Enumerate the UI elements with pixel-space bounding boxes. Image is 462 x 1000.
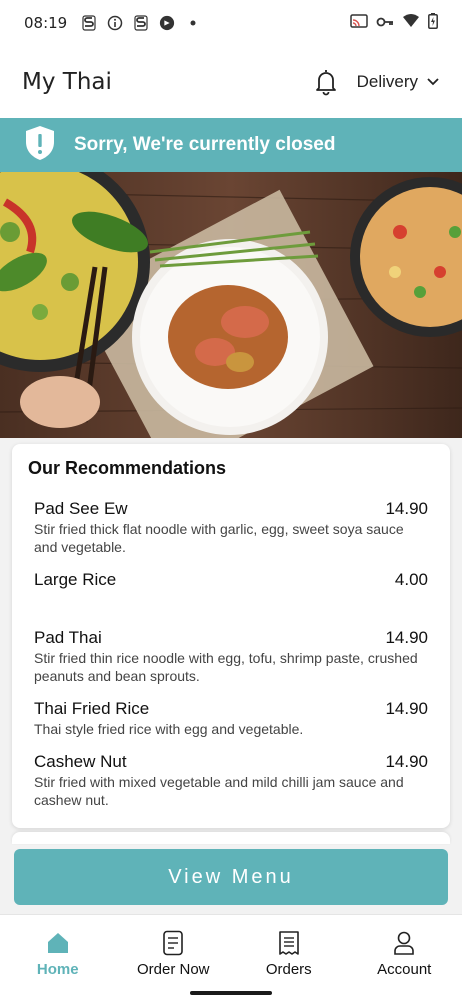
menu-item[interactable]: Pad See Ew 14.90 Stir fried thick flat n… — [28, 499, 434, 556]
vpn-key-icon — [376, 15, 394, 32]
menu-item-price: 14.90 — [385, 628, 428, 647]
menu-item-name: Pad Thai — [34, 628, 102, 647]
menu-item[interactable]: Thai Fried Rice 14.90 Thai style fried r… — [28, 699, 434, 738]
dot-icon — [185, 15, 201, 31]
app-screen: 08:19 My Thai Delivery Sorry, We're curr… — [0, 0, 462, 1000]
menu-item[interactable]: Cashew Nut 14.90 Stir fried with mixed v… — [28, 752, 434, 809]
menu-item-row: Pad See Ew 14.90 — [34, 499, 428, 519]
view-menu-button[interactable]: View Menu — [14, 849, 448, 905]
status-time: 08:19 — [24, 14, 68, 32]
menu-item-description: Stir fried with mixed vegetable and mild… — [34, 774, 404, 808]
menu-item-description: Stir fried thick flat noodle with garlic… — [34, 521, 404, 555]
menu-item-row: Cashew Nut 14.90 — [34, 752, 428, 772]
home-icon — [45, 929, 71, 957]
closed-banner: Sorry, We're currently closed — [0, 118, 462, 172]
wifi-icon — [402, 14, 420, 32]
receipt-icon — [276, 929, 302, 957]
nav-item-account[interactable]: Account — [347, 915, 462, 1000]
menu-item[interactable]: Pad Thai 14.90 Stir fried thin rice nood… — [28, 628, 434, 685]
delivery-selector[interactable]: Delivery — [357, 72, 440, 92]
menu-item-name: Cashew Nut — [34, 752, 127, 771]
recommendations-card: Our Recommendations Pad See Ew 14.90 Sti… — [12, 444, 450, 828]
info-icon — [107, 15, 123, 31]
menu-item[interactable]: Large Rice 4.00 — [28, 570, 434, 590]
menu-item-price: 14.90 — [385, 752, 428, 771]
nav-label-account: Account — [377, 961, 432, 978]
menu-item-name: Pad See Ew — [34, 499, 128, 518]
hero-food-image — [0, 172, 462, 438]
recommendations-title: Our Recommendations — [28, 458, 227, 478]
signal-s-icon — [133, 15, 149, 31]
menu-item-name: Thai Fried Rice — [34, 699, 150, 718]
header-actions: Delivery — [313, 67, 440, 97]
menu-item-row: Large Rice 4.00 — [34, 570, 428, 590]
nav-item-order-now[interactable]: Order Now — [116, 915, 232, 1000]
menu-item-name: Large Rice — [34, 570, 117, 589]
cast-icon — [350, 14, 368, 32]
shield-alert-icon — [24, 125, 56, 166]
delivery-label: Delivery — [356, 72, 418, 91]
menu-item-description: Stir fried thin rice noodle with egg, to… — [34, 650, 418, 684]
next-card-edge — [12, 832, 450, 844]
battery-icon — [428, 13, 438, 33]
menu-item-price: 14.90 — [385, 699, 428, 718]
menu-item-description: Thai style fried rice with egg and veget… — [34, 721, 304, 737]
closed-message: Sorry, We're currently closed — [74, 134, 336, 155]
order-icon — [160, 929, 186, 957]
nav-label-order-now: Order Now — [136, 961, 210, 978]
nav-label-orders: Orders — [265, 961, 312, 978]
menu-item-price: 4.00 — [394, 570, 428, 589]
app-header: My Thai Delivery — [0, 46, 462, 118]
menu-item-row: Thai Fried Rice 14.90 — [34, 699, 428, 719]
bottom-nav: Home Order Now Orders Account — [0, 914, 462, 1000]
chevron-down-icon — [426, 72, 440, 92]
app-icon — [159, 15, 175, 31]
menu-item-row: Pad Thai 14.90 — [34, 628, 428, 648]
status-bar: 08:19 — [0, 0, 462, 46]
gesture-bar[interactable] — [190, 991, 272, 995]
bell-icon[interactable] — [313, 67, 339, 97]
nav-item-orders[interactable]: Orders — [231, 915, 347, 1000]
person-icon — [391, 929, 417, 957]
signal-s-icon — [81, 15, 97, 31]
page-title: My Thai — [22, 69, 112, 95]
menu-item-price: 14.90 — [385, 499, 428, 518]
nav-label-home: Home — [36, 961, 79, 978]
nav-item-home[interactable]: Home — [0, 915, 116, 1000]
status-right-icons — [350, 13, 438, 33]
